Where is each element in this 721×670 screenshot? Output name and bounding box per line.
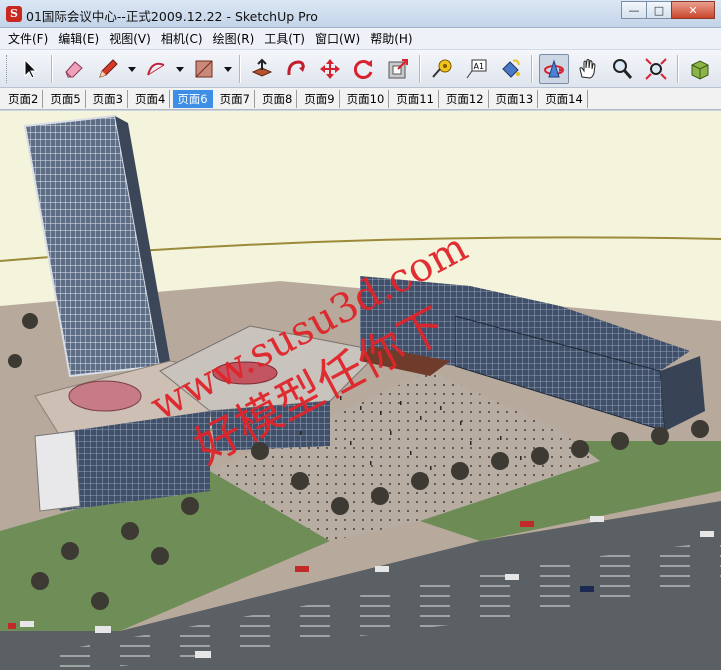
toolbar-separator — [531, 54, 533, 83]
tape-measure-tool-button[interactable] — [427, 54, 457, 84]
menu-edit[interactable]: 编辑(E) — [54, 30, 103, 47]
scene-tab[interactable]: 页面10 — [343, 89, 390, 108]
minimize-button[interactable]: — — [621, 1, 647, 19]
orbit-tool-button[interactable] — [539, 53, 569, 84]
window-title: 01国际会议中心--正式2009.12.22 - SketchUp Pro — [26, 9, 318, 24]
paint-bucket-tool-button[interactable] — [495, 54, 525, 84]
model-render: www.susu3d.com 好模型任你下 — [0, 111, 721, 670]
pencil-dropdown-button[interactable] — [125, 54, 139, 84]
tape-measure-icon — [432, 59, 452, 78]
scene-tab[interactable]: 页面8 — [258, 89, 298, 108]
menu-view[interactable]: 视图(V) — [105, 30, 155, 47]
scene-tab[interactable]: 页面13 — [492, 89, 539, 108]
follow-me-tool-button[interactable] — [281, 54, 311, 84]
pencil-icon — [99, 58, 118, 78]
close-button[interactable]: ✕ — [671, 1, 715, 19]
model-viewport[interactable]: www.susu3d.com 好模型任你下 — [0, 111, 721, 670]
scene-tabs: 页面2 页面5 页面3 页面4 页面6 页面7 页面8 页面9 页面10 页面1… — [0, 88, 721, 110]
menu-bar: 文件(F) 编辑(E) 视图(V) 相机(C) 绘图(R) 工具(T) 窗口(W… — [0, 28, 721, 50]
move-tool-button[interactable] — [315, 54, 345, 84]
chevron-down-icon — [224, 66, 232, 72]
chevron-down-icon — [128, 66, 136, 72]
move-icon — [320, 58, 340, 79]
menu-tools[interactable]: 工具(T) — [260, 30, 309, 47]
push-pull-tool-button[interactable] — [247, 54, 277, 84]
paint-bucket-icon — [502, 59, 520, 78]
pan-icon — [579, 58, 596, 79]
arc-tool-button[interactable] — [141, 54, 171, 84]
maximize-button[interactable]: □ — [646, 1, 672, 19]
scene-tab[interactable]: 页面12 — [442, 89, 489, 108]
toolbar-grip[interactable] — [6, 54, 9, 83]
menu-help[interactable]: 帮助(H) — [366, 30, 416, 47]
main-toolbar: A1 — [0, 50, 721, 88]
toolbar-separator — [419, 54, 421, 83]
rotate-icon — [353, 59, 373, 79]
text-label-icon: A1 — [466, 59, 487, 78]
scene-tab[interactable]: 页面14 — [541, 89, 588, 108]
offset-icon — [388, 58, 408, 78]
select-tool-button[interactable] — [15, 54, 45, 84]
menu-draw[interactable]: 绘图(R) — [209, 30, 259, 47]
components-icon — [691, 59, 709, 80]
text-tool-glyph: A1 — [474, 62, 485, 71]
scene-tab[interactable]: 页面3 — [89, 89, 128, 108]
window-controls: — □ ✕ — [621, 1, 715, 19]
follow-me-icon — [287, 59, 305, 75]
pan-tool-button[interactable] — [573, 54, 603, 84]
rectangle-dropdown-button[interactable] — [221, 54, 235, 84]
components-tool-button[interactable] — [685, 54, 715, 84]
scene-tab[interactable]: 页面11 — [392, 89, 439, 108]
offset-tool-button[interactable] — [383, 54, 413, 84]
rectangle-icon — [195, 60, 213, 77]
sketchup-app-icon[interactable]: S — [6, 6, 22, 22]
rectangle-tool-button[interactable] — [189, 54, 219, 84]
scene-tab[interactable]: 页面7 — [216, 89, 255, 108]
scene-tab[interactable]: 页面2 — [4, 89, 44, 108]
pencil-tool-button[interactable] — [93, 54, 123, 84]
zoom-tool-button[interactable] — [607, 54, 637, 84]
toolbar-separator — [677, 54, 679, 83]
menu-window[interactable]: 窗口(W) — [311, 30, 364, 47]
push-pull-icon — [251, 58, 273, 77]
eraser-tool-button[interactable] — [59, 54, 89, 84]
title-bar: S 01国际会议中心--正式2009.12.22 - SketchUp Pro … — [0, 0, 721, 28]
arc-dropdown-button[interactable] — [173, 54, 187, 84]
rotate-tool-button[interactable] — [349, 54, 379, 84]
scene-tab[interactable]: 页面4 — [131, 89, 171, 108]
arc-icon — [147, 62, 165, 75]
scene-tab[interactable]: 页面5 — [46, 89, 86, 108]
zoom-icon — [613, 58, 633, 79]
scene-tab[interactable]: 页面9 — [300, 89, 340, 108]
zoom-extents-tool-button[interactable] — [641, 54, 671, 84]
menu-file[interactable]: 文件(F) — [4, 30, 52, 47]
chevron-down-icon — [176, 66, 184, 72]
text-tool-button[interactable]: A1 — [461, 54, 491, 84]
podium-wing — [34, 430, 81, 512]
eraser-icon — [65, 60, 83, 77]
rooftop-dome — [68, 380, 142, 412]
menu-camera[interactable]: 相机(C) — [157, 30, 207, 47]
toolbar-separator — [51, 54, 53, 83]
scene-tab-active[interactable]: 页面6 — [173, 89, 213, 108]
select-icon — [24, 58, 38, 79]
orbit-icon — [544, 58, 564, 77]
toolbar-separator — [239, 54, 241, 83]
zoom-extents-icon — [645, 57, 667, 80]
